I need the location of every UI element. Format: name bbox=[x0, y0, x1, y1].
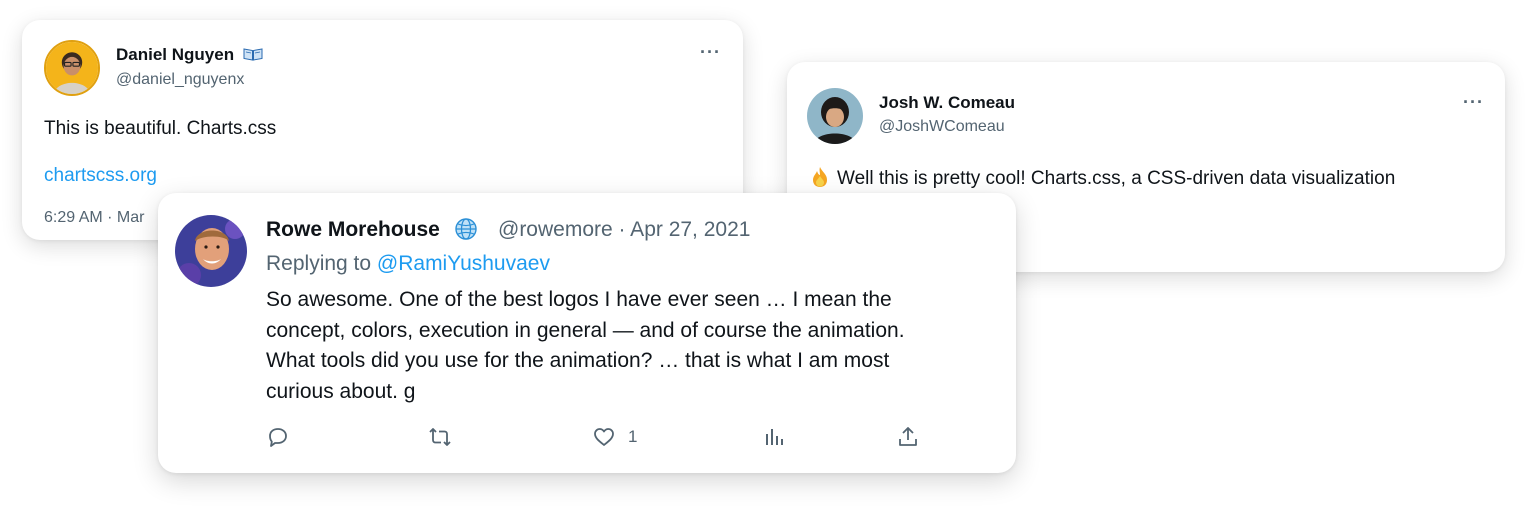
author-handle-date[interactable]: @rowemore · Apr 27, 2021 bbox=[498, 218, 750, 242]
tweet-text-line: concept, colors, execution in general — … bbox=[266, 318, 905, 342]
author-name[interactable]: Rowe Morehouse bbox=[266, 217, 478, 242]
avatar-daniel-image bbox=[46, 42, 98, 94]
tweet-text: Well this is pretty cool! Charts.css, a … bbox=[837, 168, 1396, 189]
replying-to-label: Replying to bbox=[266, 252, 372, 275]
tweet-text: So awesome. One of the best logos I have… bbox=[266, 285, 905, 407]
tweet-timestamp[interactable]: 6:29 AM · Mar bbox=[44, 209, 144, 227]
globe-icon bbox=[455, 218, 477, 240]
open-book-icon bbox=[243, 48, 263, 61]
share-icon bbox=[899, 427, 917, 446]
fire-icon bbox=[813, 167, 827, 187]
avatar[interactable] bbox=[44, 40, 100, 96]
author-handle[interactable]: @daniel_nguyenx bbox=[116, 71, 244, 89]
retweet-button[interactable] bbox=[428, 425, 452, 449]
replying-to: Replying to @RamiYushuvaev bbox=[266, 252, 550, 276]
tweet-card-rowe[interactable]: Rowe Morehouse @rowemore · Apr 27, 2021 … bbox=[158, 193, 1016, 473]
tweet-actions: 1 bbox=[266, 425, 966, 453]
avatar[interactable] bbox=[175, 215, 247, 287]
avatar-rowe-image bbox=[175, 215, 247, 287]
views-button[interactable] bbox=[762, 425, 786, 449]
like-count: 1 bbox=[628, 427, 638, 446]
tweet-text-row: Well this is pretty cool! Charts.css, a … bbox=[809, 166, 1395, 190]
author-name-text: Rowe Morehouse bbox=[266, 218, 440, 241]
more-options-icon[interactable]: ··· bbox=[1463, 92, 1484, 113]
tweet-text: This is beautiful. Charts.css bbox=[44, 118, 277, 139]
more-options-icon[interactable]: ··· bbox=[700, 42, 721, 63]
share-button[interactable] bbox=[896, 425, 920, 449]
tweet-text-line: So awesome. One of the best logos I have… bbox=[266, 288, 892, 311]
tweet-text-line: curious about. g bbox=[266, 379, 416, 403]
replying-to-handle-link[interactable]: @RamiYushuvaev bbox=[377, 252, 550, 275]
analytics-icon bbox=[766, 429, 783, 445]
heart-icon bbox=[594, 428, 614, 446]
avatar[interactable] bbox=[807, 88, 863, 144]
author-name-text: Daniel Nguyen bbox=[116, 45, 235, 64]
retweet-icon bbox=[429, 428, 451, 446]
reply-icon bbox=[269, 428, 287, 447]
author-handle[interactable]: @JoshWComeau bbox=[879, 118, 1005, 136]
like-button[interactable]: 1 bbox=[592, 425, 637, 449]
tweet-text-line: What tools did you use for the animation… bbox=[266, 349, 890, 372]
reply-button[interactable] bbox=[266, 425, 290, 449]
author-name[interactable]: Josh W. Comeau bbox=[879, 93, 1015, 113]
avatar-josh-image bbox=[807, 88, 863, 144]
author-name[interactable]: Daniel Nguyen bbox=[116, 45, 263, 65]
tweet-link[interactable]: chartscss.org bbox=[44, 165, 157, 187]
